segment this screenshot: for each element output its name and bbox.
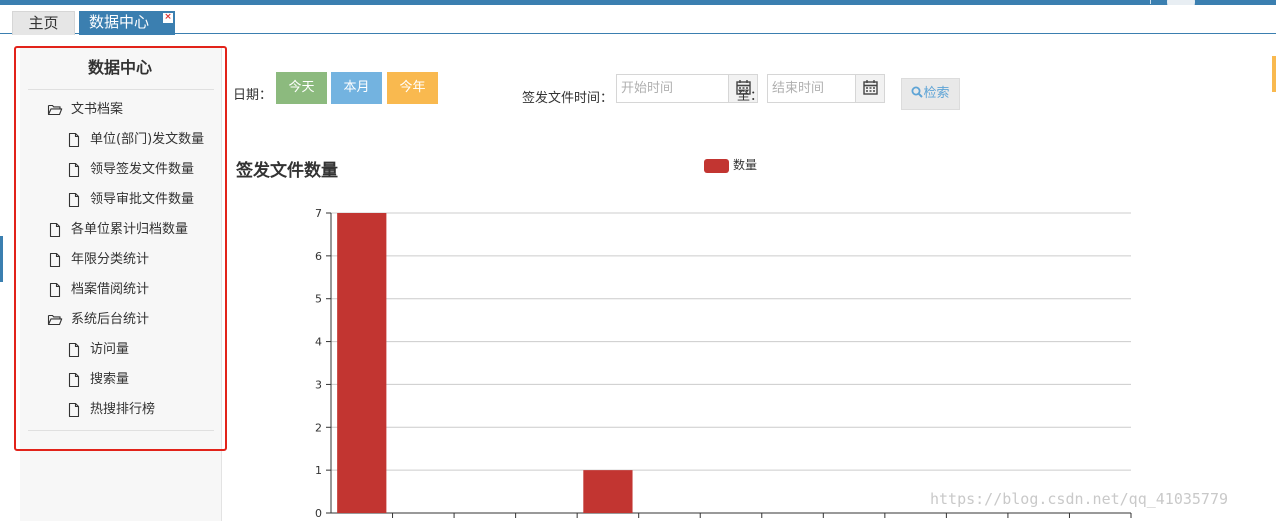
chart-legend[interactable]: 数量 [704,157,757,173]
chart-title: 签发文件数量 [236,161,338,181]
to-label: 至： [737,89,764,104]
highlight-frame [14,46,227,451]
scroll-marker [1272,56,1276,92]
tab-data-center[interactable]: 数据中心 × [79,11,175,35]
tab-strip: 主页 数据中心 × [0,5,1276,35]
legend-label: 数量 [733,158,758,172]
user-menu[interactable] [1150,0,1220,16]
close-icon[interactable]: × [163,13,173,23]
sign-time-label: 签发文件时间： [522,91,614,106]
start-date-input[interactable] [617,75,707,102]
search-icon [911,86,924,98]
tab-data-center-label: 数据中心 [89,13,150,31]
search-button-label: 检索 [923,86,950,101]
legend-swatch [704,158,729,173]
date-label: 日期： [233,88,273,103]
watermark: https://blog.csdn.net/qq_41035779 [930,490,1229,508]
tab-home-label: 主页 [28,14,59,32]
this-month-button[interactable]: 本月 [331,72,382,104]
today-button[interactable]: 今天 [276,72,327,104]
search-button[interactable]: 检索 [901,78,960,110]
this-year-button[interactable]: 今年 [387,72,438,104]
end-date-input[interactable] [768,75,858,102]
sidebar-collapse-handle[interactable] [0,236,3,282]
tab-home[interactable]: 主页 [12,11,75,35]
calendar-icon[interactable] [855,75,884,102]
end-date-field[interactable] [767,74,885,103]
